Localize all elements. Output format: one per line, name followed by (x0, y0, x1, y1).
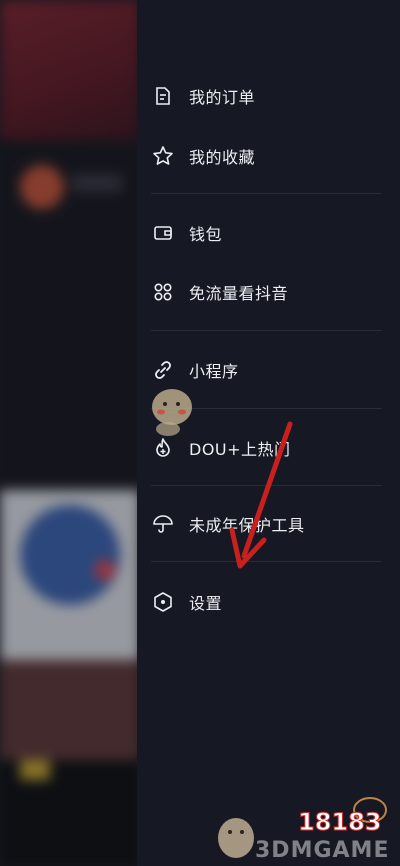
watermark-brand: 3DMGAME (255, 838, 390, 863)
mascot-sticker (152, 389, 192, 436)
watermark-number: 18183 (298, 808, 382, 837)
annotation-arrow (229, 421, 293, 569)
